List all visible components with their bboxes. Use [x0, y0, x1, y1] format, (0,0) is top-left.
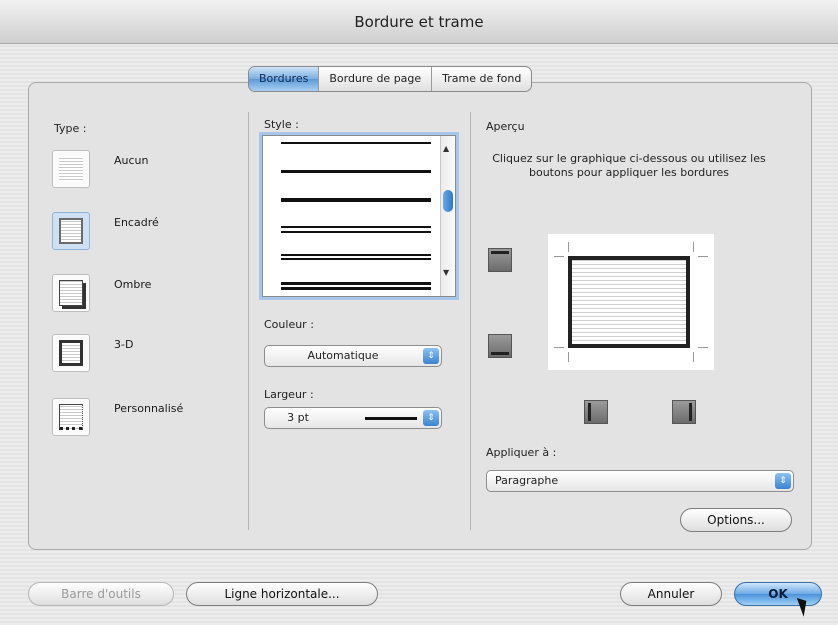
page-custom-icon [52, 398, 90, 436]
type-option-label: Ombre [114, 278, 152, 291]
type-option-personnalise[interactable]: Personnalisé [52, 398, 183, 436]
tab-bordures[interactable]: Bordures [249, 67, 320, 91]
appliquer-value: Paragraphe [495, 474, 559, 487]
ok-button[interactable]: OK [734, 582, 822, 606]
style-line-option[interactable] [281, 282, 431, 285]
line-width-sample [365, 417, 417, 420]
border-preview[interactable] [548, 234, 714, 370]
largeur-value: 3 pt [287, 411, 309, 424]
tab-trame-de-fond[interactable]: Trame de fond [432, 67, 531, 91]
type-option-label: Personnalisé [114, 402, 184, 415]
type-option-ombre[interactable]: Ombre [52, 274, 151, 312]
style-line-option[interactable] [281, 226, 431, 228]
style-list-scrollbar[interactable]: ▲ ▼ [440, 136, 455, 296]
updown-arrows-icon: ⇕ [423, 410, 439, 426]
style-list[interactable]: ▲ ▼ [262, 135, 456, 297]
scroll-thumb[interactable] [443, 190, 453, 212]
scroll-up-icon[interactable]: ▲ [443, 144, 449, 153]
updown-arrows-icon: ⇕ [423, 348, 439, 364]
largeur-label: Largeur : [264, 388, 314, 401]
toolbar-button[interactable]: Barre d'outils [28, 582, 174, 606]
type-label: Type : [54, 122, 87, 135]
tab-bordure-de-page[interactable]: Bordure de page [319, 67, 433, 91]
type-option-3d[interactable]: 3-D [52, 334, 133, 372]
right-border-icon [689, 403, 692, 421]
bottom-border-button[interactable] [488, 334, 512, 358]
left-border-icon [588, 403, 591, 421]
style-line-option[interactable] [281, 254, 431, 256]
type-option-label: Aucun [114, 154, 149, 167]
updown-arrows-icon: ⇕ [775, 473, 791, 489]
style-line-option[interactable] [281, 198, 431, 202]
top-border-icon [491, 251, 509, 254]
couleur-select[interactable]: Automatique ⇕ [264, 345, 442, 367]
tab-bar: Bordures Bordure de page Trame de fond [248, 66, 533, 92]
type-option-label: 3-D [114, 338, 134, 351]
window-title: Bordure et trame [0, 0, 838, 44]
appliquer-label: Appliquer à : [486, 446, 557, 459]
column-divider-left [248, 112, 249, 530]
right-border-button[interactable] [672, 400, 696, 424]
style-line-option[interactable] [281, 170, 431, 173]
bottom-border-icon [491, 352, 509, 355]
apercu-instructions: Cliquez sur le graphique ci-dessous ou u… [492, 152, 766, 179]
preview-page[interactable] [568, 256, 690, 348]
options-button[interactable]: Options... [680, 508, 792, 532]
page-box-icon [52, 212, 90, 250]
apercu-label: Aperçu [486, 120, 525, 133]
page-none-icon [52, 150, 90, 188]
style-line-option[interactable] [281, 142, 431, 144]
type-option-aucun[interactable]: Aucun [52, 150, 149, 188]
page-shadow-icon [52, 274, 90, 312]
left-border-button[interactable] [584, 400, 608, 424]
appliquer-select[interactable]: Paragraphe ⇕ [486, 470, 794, 492]
page-3d-icon [52, 334, 90, 372]
type-option-encadre[interactable]: Encadré [52, 212, 159, 250]
column-divider-right [470, 112, 471, 530]
horizontal-line-button[interactable]: Ligne horizontale... [186, 582, 378, 606]
couleur-label: Couleur : [264, 318, 314, 331]
cancel-button[interactable]: Annuler [620, 582, 722, 606]
type-option-label: Encadré [114, 216, 159, 229]
top-border-button[interactable] [488, 248, 512, 272]
scroll-down-icon[interactable]: ▼ [443, 268, 449, 277]
style-label: Style : [264, 118, 299, 131]
largeur-select[interactable]: 3 pt ⇕ [264, 407, 442, 429]
couleur-value: Automatique [307, 349, 379, 362]
